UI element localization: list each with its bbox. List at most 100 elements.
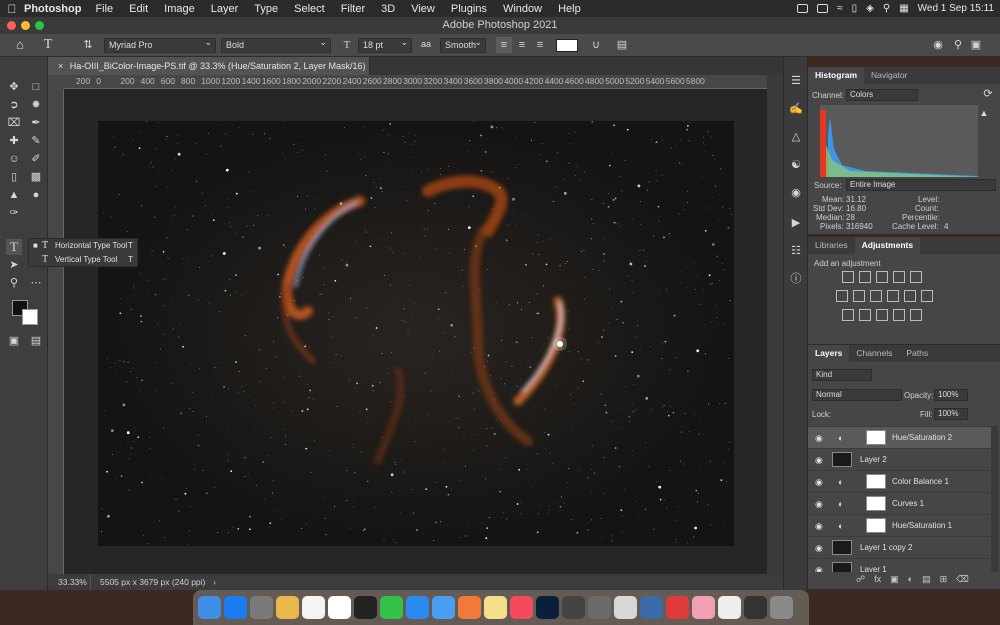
history-brush-icon[interactable]: ✐ [28,151,44,167]
color-balance-icon[interactable] [853,290,865,302]
system-preferences-icon[interactable] [250,596,273,619]
document-tab[interactable]: × Ha-OIII_BiColor-Image-PS.tif @ 33.3% (… [48,57,370,89]
menu-edit[interactable]: Edit [129,3,148,15]
status-icon[interactable] [797,4,809,13]
horizontal-type-tool-item[interactable]: ■ T Horizontal Type Tool T [29,239,137,253]
antialias-select[interactable]: Smooth [440,36,486,53]
layer-thumbnail[interactable] [832,562,852,572]
app-menu[interactable]: Photoshop [24,3,81,15]
visibility-eye-icon[interactable]: ◉ [815,427,823,449]
close-icon[interactable] [7,21,16,30]
menu-type[interactable]: Type [254,3,278,15]
visibility-eye-icon[interactable]: ◉ [815,515,823,537]
quick-select-icon[interactable]: ✸ [28,97,44,113]
gradient-map-icon[interactable] [893,309,905,321]
menu-select[interactable]: Select [294,3,325,15]
crop-tool-icon[interactable]: ⌧ [6,115,22,131]
threshold-icon[interactable] [876,309,888,321]
eyedropper-icon[interactable]: ✒ [28,115,44,131]
vibrance-icon[interactable] [910,271,922,283]
tab-paths[interactable]: Paths [899,345,935,362]
vertical-type-tool-item[interactable]: T Vertical Type Tool T [29,253,137,267]
brush-tool-icon[interactable]: ✎ [28,133,44,149]
exposure-icon[interactable] [893,271,905,283]
close-tab-icon[interactable]: × [58,61,63,71]
healing-brush-icon[interactable]: ✚ [6,133,22,149]
screen-icon[interactable] [744,596,767,619]
apple-menu-icon[interactable]:  [0,2,24,16]
clock[interactable]: Wed 1 Sep 15:11 [918,3,994,14]
tab-libraries[interactable]: Libraries [808,237,855,254]
dock-app-icon[interactable] [692,596,715,619]
pen-tool-icon[interactable]: ✑ [6,205,22,221]
calendar-icon[interactable] [302,596,325,619]
refresh-icon[interactable]: ⟳ [980,86,996,102]
fx-icon[interactable]: fx [874,574,881,585]
mail-icon[interactable] [432,596,455,619]
canvas-area[interactable] [64,89,767,574]
layer-row[interactable]: ◉ ◐ Hue/Saturation 1 [808,514,991,536]
layer-row[interactable]: ◉ ◐ Color Balance 1 [808,470,991,492]
status-icon[interactable] [817,4,829,13]
background-color-swatch[interactable] [22,309,38,325]
menu-file[interactable]: File [95,3,113,15]
messages-icon[interactable] [380,596,403,619]
selective-color-icon[interactable] [910,309,922,321]
visibility-eye-icon[interactable]: ◉ [815,471,823,493]
font-style-select[interactable]: Bold [221,36,331,53]
chevron-right-icon[interactable]: › [213,574,216,590]
learn-icon[interactable]: ☯ [788,157,804,173]
menu-layer[interactable]: Layer [211,3,239,15]
layer-mask-thumbnail[interactable] [866,496,886,511]
source-select[interactable]: Entire Image [846,179,996,191]
gradient-tool-icon[interactable]: ▩ [28,169,44,185]
launchpad-icon[interactable] [276,596,299,619]
align-center-icon[interactable]: ≡ [514,37,530,53]
group-icon[interactable]: ▤ [922,574,931,585]
vertical-scrollbar[interactable] [767,75,783,574]
tab-layers[interactable]: Layers [808,345,850,362]
app-store-icon[interactable] [224,596,247,619]
color-lookup-icon[interactable] [921,290,933,302]
path-select-icon[interactable]: ➤ [6,257,22,273]
visibility-eye-icon[interactable]: ◉ [815,559,823,572]
warp-text-icon[interactable]: ∪ [588,37,604,53]
move-tool-icon[interactable]: ✥ [6,79,22,95]
zoom-level[interactable]: 33.33% [58,574,87,590]
share-icon[interactable]: ◉ [930,37,946,53]
character-panel-icon[interactable]: ▤ [614,37,630,53]
quick-mask-icon[interactable]: ▣ [6,333,22,349]
mask-icon[interactable]: ▣ [890,574,899,585]
opacity-input[interactable]: 100% [934,389,968,401]
hue-saturation-icon[interactable] [836,290,848,302]
visibility-eye-icon[interactable]: ◉ [815,493,823,515]
photoshop-icon[interactable] [536,596,559,619]
brightness-contrast-icon[interactable] [842,271,854,283]
curves-icon[interactable] [876,271,888,283]
eraser-icon[interactable]: ▯ [6,169,22,185]
type-tool-preset-icon[interactable]: T [40,37,56,53]
invert-icon[interactable] [842,309,854,321]
glyphs-icon[interactable]: ◉ [788,185,804,201]
battery-icon[interactable]: ▯ [852,3,858,14]
veil-nebula-image[interactable] [98,121,734,546]
minimize-icon[interactable] [21,21,30,30]
blend-mode-select[interactable]: Normal [812,389,902,401]
trash-icon[interactable] [770,596,793,619]
menu-3d[interactable]: 3D [381,3,395,15]
layer-filter-kind[interactable]: Kind [812,369,872,381]
warning-icon[interactable]: ▲ [976,105,992,121]
search-icon[interactable]: ⚲ [883,3,890,14]
layer-thumbnail[interactable] [832,452,852,467]
properties-icon[interactable]: ☷ [788,243,804,259]
menu-view[interactable]: View [411,3,435,15]
menu-image[interactable]: Image [164,3,195,15]
visibility-eye-icon[interactable]: ◉ [815,449,823,471]
align-left-icon[interactable]: ≡ [496,37,512,53]
layer-mask-thumbnail[interactable] [866,518,886,533]
tab-channels[interactable]: Channels [849,345,899,362]
music-icon[interactable] [510,596,533,619]
zoom-icon[interactable] [35,21,44,30]
workspace-icon[interactable]: ▣ [968,37,984,53]
menu-filter[interactable]: Filter [341,3,365,15]
